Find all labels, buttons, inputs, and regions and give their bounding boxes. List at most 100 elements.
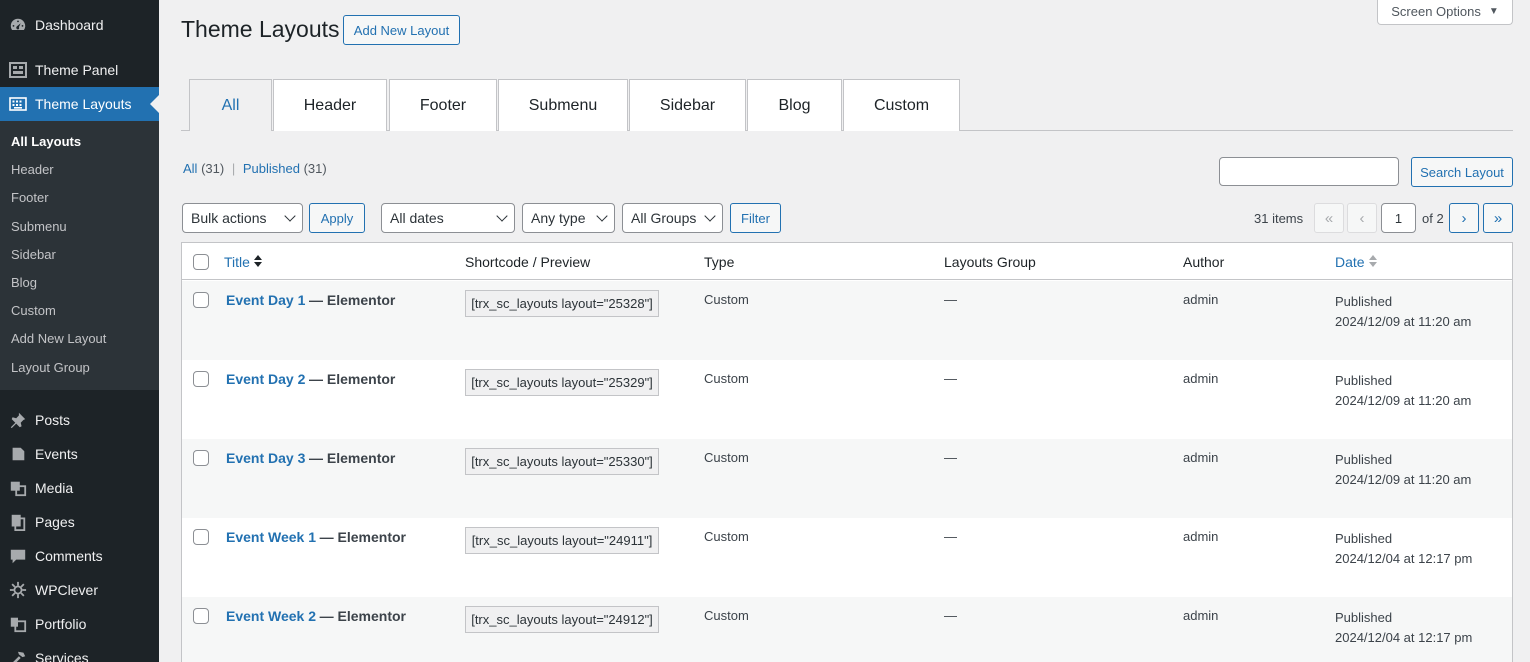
main-content: Theme Layouts Add New Layout Screen Opti… — [159, 0, 1530, 662]
dashboard-icon — [8, 15, 28, 35]
chevron-down-icon — [496, 210, 508, 222]
row-author-link[interactable]: admin — [1183, 292, 1218, 307]
row-shortcode[interactable]: [trx_sc_layouts layout="25330"] — [465, 448, 659, 475]
table-row: Event Day 2 — Elementor [trx_sc_layouts … — [182, 360, 1512, 439]
row-author-link[interactable]: admin — [1183, 608, 1218, 623]
column-date[interactable]: Date — [1335, 254, 1377, 270]
gear-icon — [8, 580, 28, 600]
menu-portfolio[interactable]: Portfolio — [0, 607, 159, 641]
menu-label: Theme Layouts — [35, 96, 132, 112]
tab-custom[interactable]: Custom — [843, 79, 960, 131]
type-select[interactable]: Any type — [522, 203, 615, 233]
submenu-submenu[interactable]: Submenu — [0, 213, 159, 241]
row-title-link[interactable]: Event Week 1 — [226, 529, 316, 545]
submenu-all-layouts[interactable]: All Layouts — [0, 128, 159, 156]
menu-events[interactable]: Events — [0, 437, 159, 471]
comments-icon — [8, 546, 28, 566]
apply-button[interactable]: Apply — [309, 203, 365, 233]
menu-services[interactable]: Services — [0, 641, 159, 662]
row-title-link[interactable]: Event Day 3 — [226, 450, 305, 466]
sort-icon — [253, 255, 262, 268]
theme-panel-icon — [8, 60, 28, 80]
submenu-footer[interactable]: Footer — [0, 184, 159, 212]
tab-footer[interactable]: Footer — [389, 79, 497, 131]
row-title-suffix: — Elementor — [309, 450, 396, 466]
chevron-down-icon — [704, 210, 716, 222]
table-row: Event Week 2 — Elementor [trx_sc_layouts… — [182, 597, 1512, 662]
tab-submenu[interactable]: Submenu — [498, 79, 628, 131]
tab-all[interactable]: All — [189, 79, 272, 131]
row-checkbox[interactable] — [193, 529, 209, 545]
dates-value: All dates — [390, 210, 444, 226]
row-title-link[interactable]: Event Day 1 — [226, 292, 305, 308]
row-checkbox[interactable] — [193, 450, 209, 466]
menu-wpclever[interactable]: WPClever — [0, 573, 159, 607]
row-author-link[interactable]: admin — [1183, 371, 1218, 386]
add-new-layout-button[interactable]: Add New Layout — [343, 15, 460, 45]
admin-sidebar: Dashboard Theme Panel Theme Layouts All … — [0, 0, 159, 662]
layouts-table: Title Shortcode / Preview Type Layouts G… — [181, 242, 1513, 662]
chevron-down-icon — [596, 210, 608, 222]
last-page-button[interactable]: » — [1483, 203, 1513, 233]
tab-sidebar[interactable]: Sidebar — [629, 79, 746, 131]
row-type: Custom — [704, 371, 749, 386]
search-input[interactable] — [1219, 157, 1399, 186]
submenu-header[interactable]: Header — [0, 156, 159, 184]
row-date-cell: Published 2024/12/09 at 11:20 am — [1335, 292, 1471, 332]
row-checkbox[interactable] — [193, 292, 209, 308]
tab-blog[interactable]: Blog — [747, 79, 842, 131]
menu-pages[interactable]: Pages — [0, 505, 159, 539]
submenu-add-new-layout[interactable]: Add New Layout — [0, 325, 159, 353]
submenu-layout-group[interactable]: Layout Group — [0, 354, 159, 382]
row-checkbox[interactable] — [193, 371, 209, 387]
filter-button[interactable]: Filter — [730, 203, 781, 233]
row-type: Custom — [704, 529, 749, 544]
row-date-cell: Published 2024/12/09 at 11:20 am — [1335, 450, 1471, 490]
row-date-cell: Published 2024/12/04 at 12:17 pm — [1335, 608, 1472, 648]
pages-icon — [8, 512, 28, 532]
column-title[interactable]: Title — [224, 254, 262, 270]
row-shortcode[interactable]: [trx_sc_layouts layout="24912"] — [465, 606, 659, 633]
dates-select[interactable]: All dates — [381, 203, 515, 233]
menu-theme-layouts[interactable]: Theme Layouts — [0, 87, 159, 121]
view-all-link[interactable]: All — [183, 161, 197, 176]
submenu-sidebar[interactable]: Sidebar — [0, 241, 159, 269]
row-title-link[interactable]: Event Week 2 — [226, 608, 316, 624]
row-title-cell: Event Day 3 — Elementor — [226, 450, 395, 466]
column-type: Type — [704, 254, 735, 270]
row-date: 2024/12/04 at 12:17 pm — [1335, 551, 1473, 566]
current-page-input[interactable]: 1 — [1381, 203, 1416, 233]
view-published-link[interactable]: Published — [243, 161, 300, 176]
menu-label: WPClever — [35, 581, 99, 598]
tab-header[interactable]: Header — [273, 79, 387, 131]
status-views: All (31) | Published (31) — [183, 161, 327, 176]
submenu-custom[interactable]: Custom — [0, 297, 159, 325]
menu-label: Portfolio — [35, 615, 87, 632]
row-shortcode[interactable]: [trx_sc_layouts layout="25328"] — [465, 290, 659, 317]
row-author-link[interactable]: admin — [1183, 529, 1218, 544]
search-layout-button[interactable]: Search Layout — [1411, 157, 1513, 187]
row-date: 2024/12/09 at 11:20 am — [1335, 472, 1472, 487]
row-title-link[interactable]: Event Day 2 — [226, 371, 305, 387]
menu-dashboard[interactable]: Dashboard — [0, 8, 159, 42]
row-date: 2024/12/04 at 12:17 pm — [1335, 630, 1473, 645]
next-page-button[interactable]: › — [1449, 203, 1479, 233]
row-shortcode[interactable]: [trx_sc_layouts layout="24911"] — [465, 527, 659, 554]
row-checkbox[interactable] — [193, 608, 209, 624]
menu-media[interactable]: Media — [0, 471, 159, 505]
row-status: Published — [1335, 452, 1393, 467]
submenu-blog[interactable]: Blog — [0, 269, 159, 297]
groups-select[interactable]: All Groups — [622, 203, 723, 233]
row-shortcode[interactable]: [trx_sc_layouts layout="25329"] — [465, 369, 659, 396]
menu-posts[interactable]: Posts — [0, 403, 159, 437]
column-layouts-group: Layouts Group — [944, 254, 1036, 270]
row-author-link[interactable]: admin — [1183, 450, 1218, 465]
bulk-actions-value: Bulk actions — [191, 210, 267, 226]
menu-comments[interactable]: Comments — [0, 539, 159, 573]
bulk-actions-select[interactable]: Bulk actions — [182, 203, 303, 233]
select-all-checkbox[interactable] — [193, 254, 209, 270]
menu-theme-panel[interactable]: Theme Panel — [0, 53, 159, 87]
events-icon — [8, 444, 28, 464]
view-all-count: (31) — [201, 161, 225, 176]
screen-options-button[interactable]: Screen Options ▼ — [1377, 0, 1513, 25]
